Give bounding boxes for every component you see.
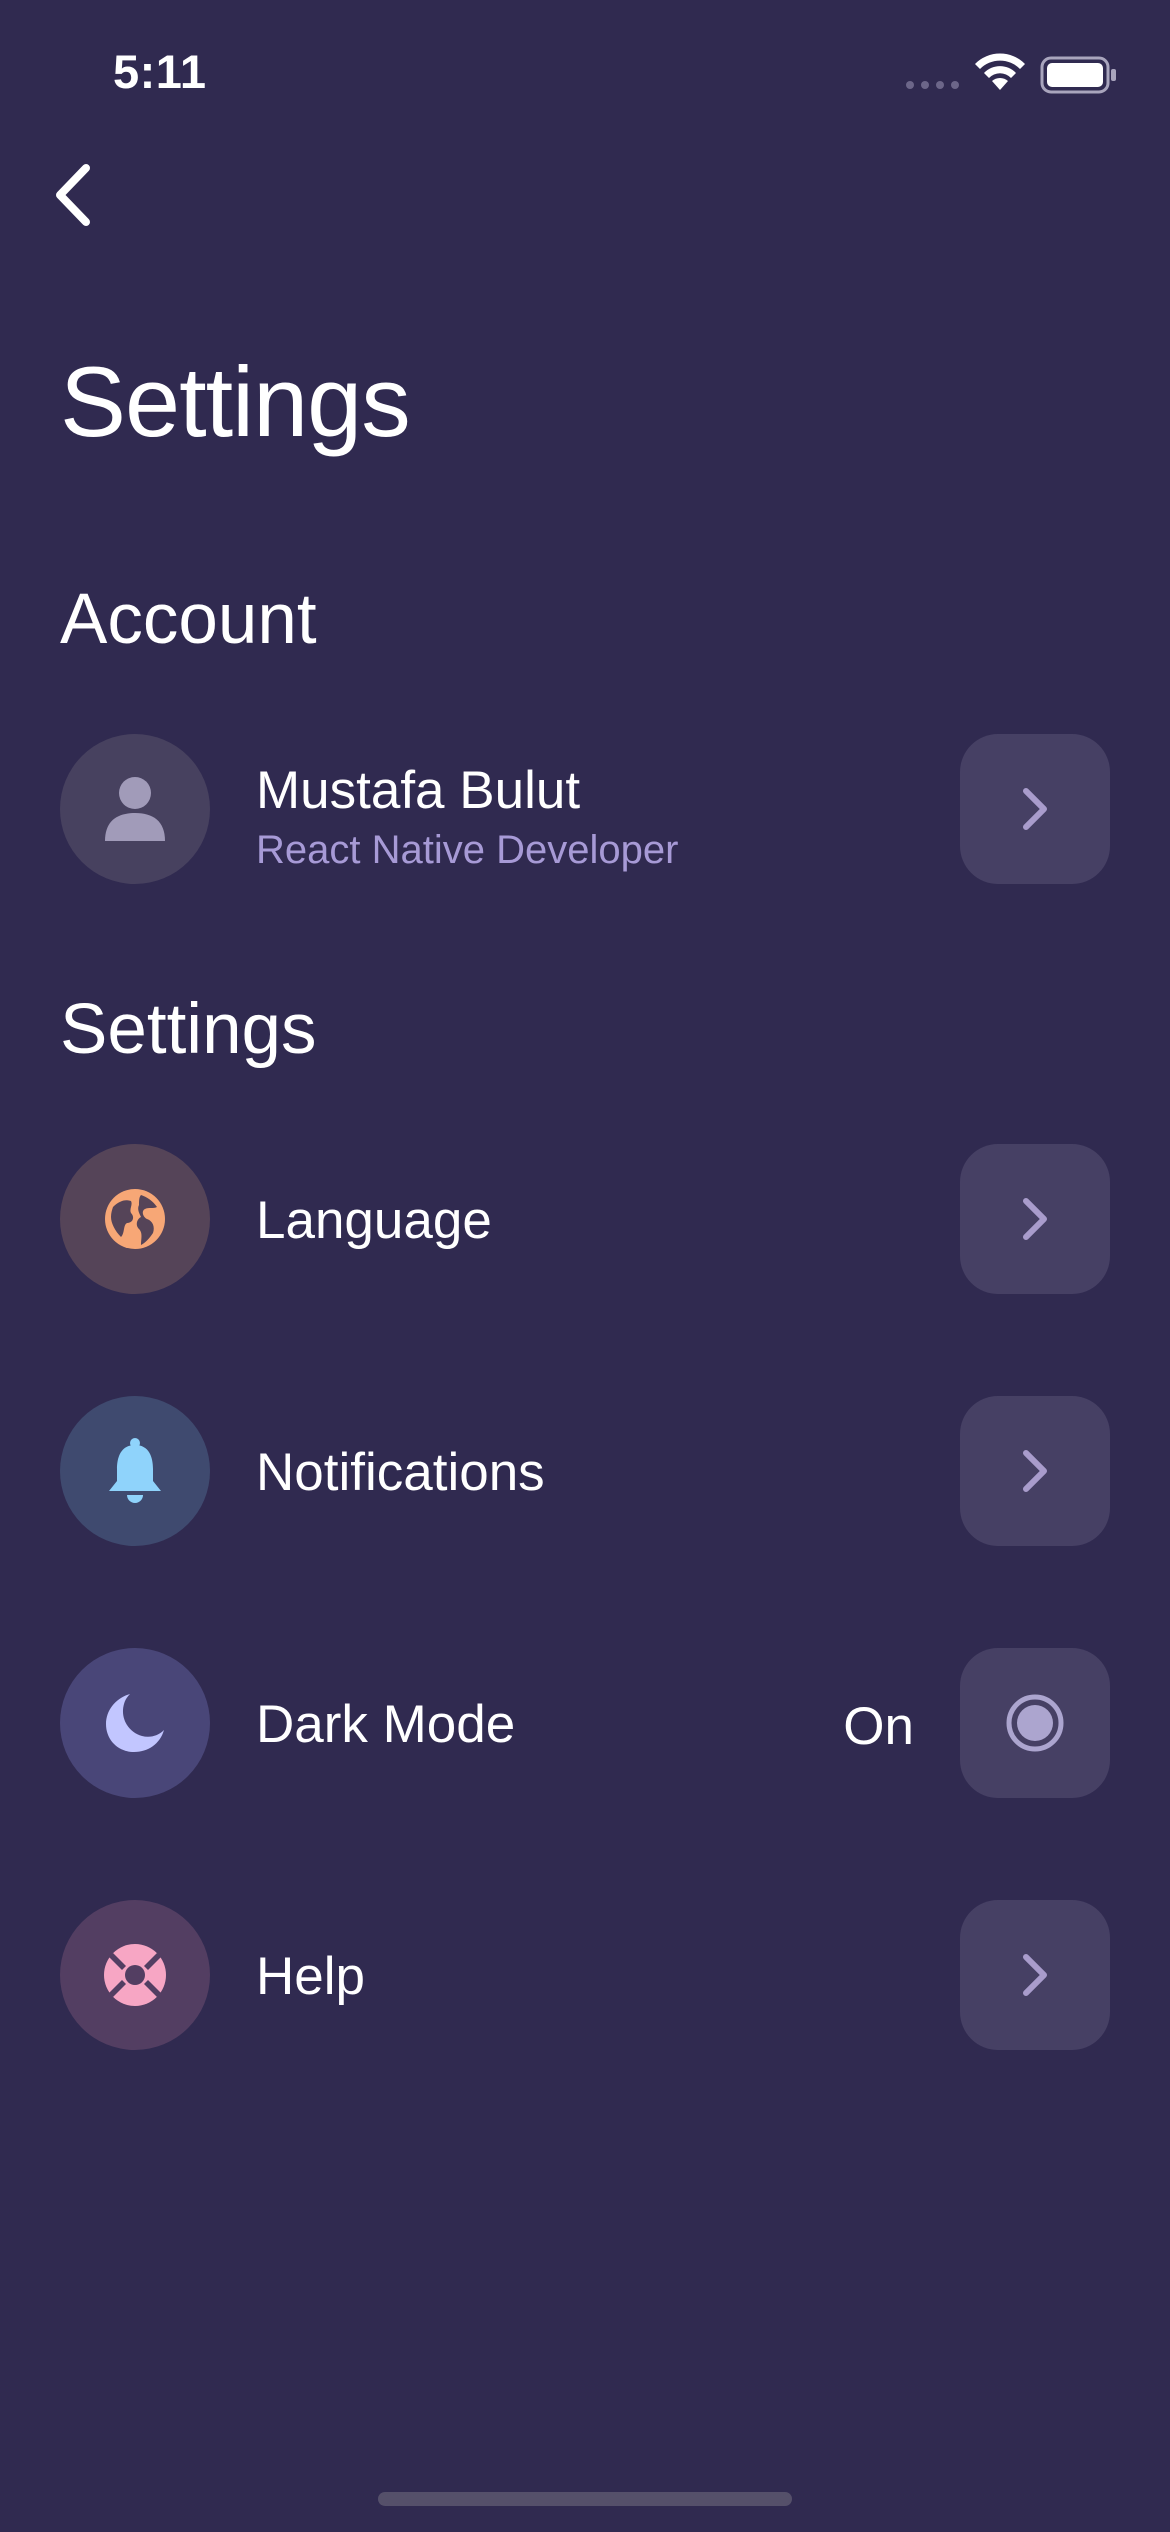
wifi-icon bbox=[975, 53, 1025, 90]
profile-open-button[interactable] bbox=[960, 734, 1110, 884]
language-open-button[interactable] bbox=[960, 1144, 1110, 1294]
dark-mode-label: Dark Mode bbox=[256, 1695, 516, 1754]
chevron-right-icon bbox=[1023, 1954, 1047, 1996]
chevron-right-icon bbox=[1023, 788, 1047, 830]
dark-mode-icon-circle bbox=[60, 1648, 210, 1798]
section-title-account: Account bbox=[60, 580, 317, 659]
help-label: Help bbox=[256, 1947, 366, 2006]
settings-item-language[interactable]: Language bbox=[60, 1144, 1110, 1294]
help-icon-circle bbox=[60, 1900, 210, 2050]
language-icon-circle bbox=[60, 1144, 210, 1294]
notifications-label: Notifications bbox=[256, 1443, 545, 1502]
profile-row[interactable]: Mustafa Bulut React Native Developer bbox=[60, 734, 1110, 884]
notifications-icon-circle bbox=[60, 1396, 210, 1546]
section-title-settings: Settings bbox=[60, 990, 317, 1069]
language-label: Language bbox=[256, 1191, 492, 1250]
chevron-left-icon bbox=[56, 164, 90, 226]
battery-icon bbox=[1040, 56, 1116, 94]
status-time: 5:11 bbox=[113, 45, 207, 98]
page-title: Settings bbox=[60, 346, 411, 457]
globe-icon bbox=[105, 1189, 165, 1249]
settings-item-help[interactable]: Help bbox=[60, 1900, 1110, 2050]
person-icon bbox=[105, 777, 165, 841]
lifebuoy-icon bbox=[104, 1944, 166, 2006]
dark-mode-value: On bbox=[843, 1697, 914, 1756]
settings-item-notifications[interactable]: Notifications bbox=[60, 1396, 1110, 1546]
status-bar: 5:11 bbox=[0, 0, 1170, 150]
profile-name: Mustafa Bulut bbox=[256, 761, 581, 820]
signal-dots-icon bbox=[906, 81, 959, 89]
notifications-open-button[interactable] bbox=[960, 1396, 1110, 1546]
profile-role: React Native Developer bbox=[256, 828, 679, 872]
avatar bbox=[60, 734, 210, 884]
bell-icon bbox=[109, 1438, 161, 1503]
back-button[interactable] bbox=[50, 150, 130, 240]
settings-item-dark-mode[interactable]: Dark Mode On bbox=[60, 1648, 1110, 1798]
dark-mode-toggle[interactable] bbox=[960, 1648, 1110, 1798]
help-open-button[interactable] bbox=[960, 1900, 1110, 2050]
moon-icon bbox=[106, 1694, 164, 1752]
home-indicator[interactable] bbox=[378, 2492, 792, 2506]
chevron-right-icon bbox=[1023, 1198, 1047, 1240]
chevron-right-icon bbox=[1023, 1450, 1047, 1492]
radio-on-icon bbox=[1006, 1694, 1064, 1752]
